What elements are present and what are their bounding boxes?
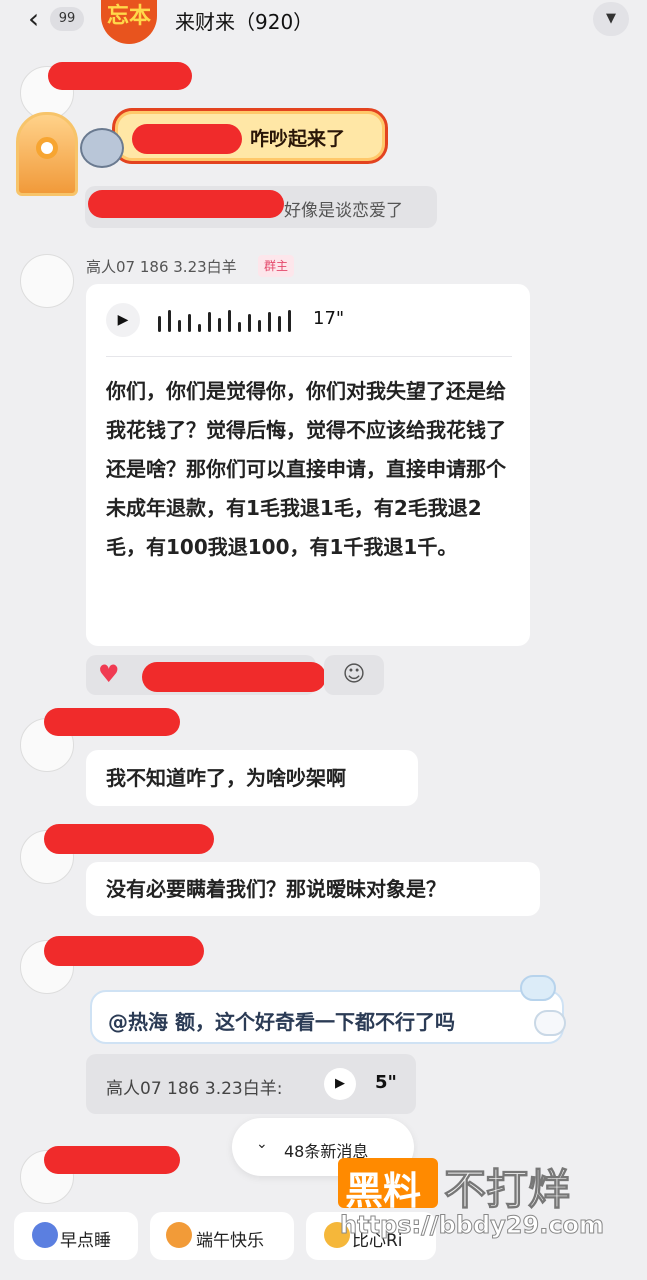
voice-transcript: 你们，你们是觉得你，你们对我失望了还是给我花钱了？觉得后悔，觉得不应该给我花钱了… [106,379,506,559]
smile-icon[interactable]: ☺ [324,655,384,695]
redacted-username [44,936,204,966]
play-icon[interactable]: ▶ [324,1068,356,1100]
voice-duration: 17" [313,308,345,329]
redacted-username [44,824,214,854]
join-notice-text: 咋吵起来了 [250,128,346,150]
door-icon [16,112,78,196]
redacted-username [88,190,284,218]
quote-duration: 5" [375,1072,397,1093]
quick-reply-label: 端午快乐 [196,1231,264,1251]
unread-count-badge[interactable]: 99 [50,7,84,31]
message-text: 我不知道咋了，为啥吵架啊 [106,766,346,790]
double-chevron-down-icon: ⌄ [256,1136,268,1152]
divider [106,356,512,357]
dragon-icon [166,1222,192,1248]
group-title[interactable]: 来财来（920） [175,6,313,35]
watermark-text: 不打烊 [443,1165,571,1215]
message-text: 没有必要瞒着我们？那说暧昧对象是？ [106,877,446,901]
cloud-icon [520,975,556,1001]
redacted-username [44,708,180,736]
chevron-left-icon[interactable]: ‹ [28,5,39,33]
seal-icon [534,1010,566,1036]
play-icon[interactable]: ▶ [106,303,140,337]
redacted-username [132,124,242,154]
watermark-url: https://bbdy29.com [339,1211,605,1240]
avatar[interactable] [20,254,74,308]
moon-icon [32,1222,58,1248]
heart-icon[interactable]: ♥ [98,660,120,688]
message-body: 额，这个好奇看一下都不行了吗 [174,1010,455,1034]
mention[interactable]: @热海 [108,1010,168,1034]
quote-text: 高人07 186 3.23白羊: [106,1079,283,1099]
chat-header: ‹ 99 忘本 来财来（920） ▼ [0,0,647,44]
chevron-down-icon[interactable]: ▼ [593,2,629,36]
redacted-username [142,662,326,692]
waveform-icon [158,308,298,332]
sender-name: 高人07 186 3.23白羊 [86,258,237,276]
redacted-username [44,1146,180,1174]
reply-hint-text: 好像是谈恋爱了 [284,201,403,221]
message-text: @热海 额，这个好奇看一下都不行了吗 [108,1006,455,1035]
quick-reply-label: 早点睡 [60,1231,111,1251]
owner-badge: 群主 [258,255,295,277]
mascot-icon [80,128,124,168]
group-avatar[interactable]: 忘本 [101,0,157,44]
redacted-username [48,62,192,90]
watermark-box-text: 黑料 [345,1169,422,1213]
